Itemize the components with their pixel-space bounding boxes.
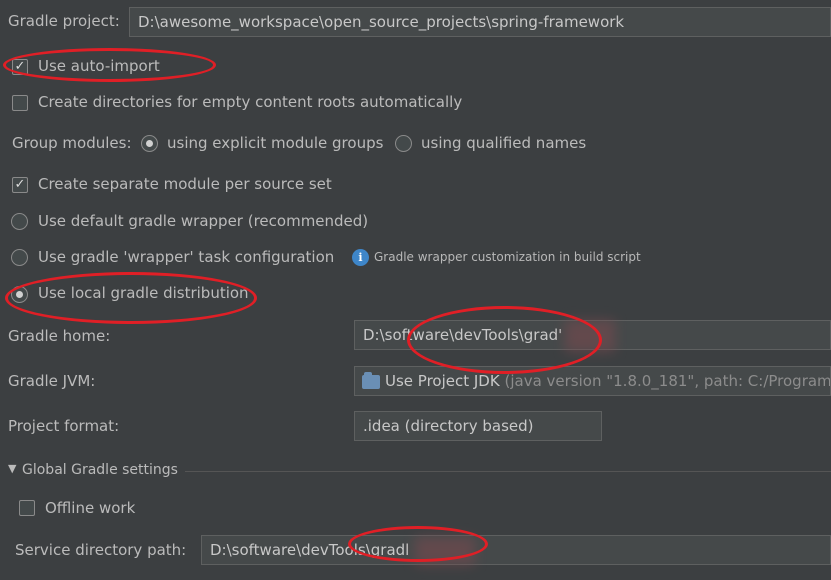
create-dirs-checkbox[interactable] xyxy=(12,95,28,111)
gradle-jvm-value: Use Project JDK xyxy=(385,372,500,390)
section-divider xyxy=(185,471,831,472)
gradle-jvm-select[interactable]: Use Project JDK (java version "1.8.0_181… xyxy=(354,366,831,396)
group-modules-label: Group modules: xyxy=(12,134,132,152)
default-wrapper-label: Use default gradle wrapper (recommended) xyxy=(38,212,369,230)
explicit-groups-label: using explicit module groups xyxy=(167,134,384,152)
default-wrapper-radio[interactable] xyxy=(11,213,28,230)
service-dir-field[interactable]: D:\software\devTools\gradl xyxy=(201,535,831,565)
project-format-label: Project format: xyxy=(8,417,120,435)
offline-work-checkbox[interactable] xyxy=(19,500,35,516)
gradle-project-field[interactable]: D:\awesome_workspace\open_source_project… xyxy=(129,7,831,37)
gradle-jvm-label: Gradle JVM: xyxy=(8,372,96,390)
qualified-names-radio[interactable] xyxy=(395,135,412,152)
checkmark-icon: ✓ xyxy=(14,177,26,192)
gradle-home-field[interactable]: D:\software\devTools\grad' xyxy=(354,320,831,350)
local-distribution-label: Use local gradle distribution xyxy=(38,284,249,302)
wrapper-hint-text: Gradle wrapper customization in build sc… xyxy=(374,250,641,264)
gradle-jvm-detail: (java version "1.8.0_181", path: C:/Prog… xyxy=(504,372,831,390)
auto-import-checkbox[interactable]: ✓ xyxy=(12,59,28,75)
separate-module-label: Create separate module per source set xyxy=(38,175,332,193)
qualified-names-label: using qualified names xyxy=(421,134,587,152)
offline-work-label: Offline work xyxy=(45,499,136,517)
local-distribution-radio[interactable] xyxy=(11,286,28,303)
info-icon: i xyxy=(352,249,369,266)
collapse-triangle-icon[interactable]: ▼ xyxy=(8,462,16,475)
separate-module-checkbox[interactable]: ✓ xyxy=(12,177,28,193)
gradle-home-label: Gradle home: xyxy=(8,327,111,345)
explicit-groups-radio[interactable] xyxy=(141,135,158,152)
gradle-project-label: Gradle project: xyxy=(8,12,120,30)
service-dir-label: Service directory path: xyxy=(15,541,187,559)
folder-icon xyxy=(362,372,380,389)
wrapper-task-label: Use gradle 'wrapper' task configuration xyxy=(38,248,335,266)
global-settings-header[interactable]: Global Gradle settings xyxy=(22,462,178,478)
checkmark-icon: ✓ xyxy=(14,59,26,74)
project-format-select[interactable]: .idea (directory based) xyxy=(354,411,602,441)
wrapper-task-radio[interactable] xyxy=(11,249,28,266)
auto-import-label: Use auto-import xyxy=(38,57,160,75)
create-dirs-label: Create directories for empty content roo… xyxy=(38,93,463,111)
